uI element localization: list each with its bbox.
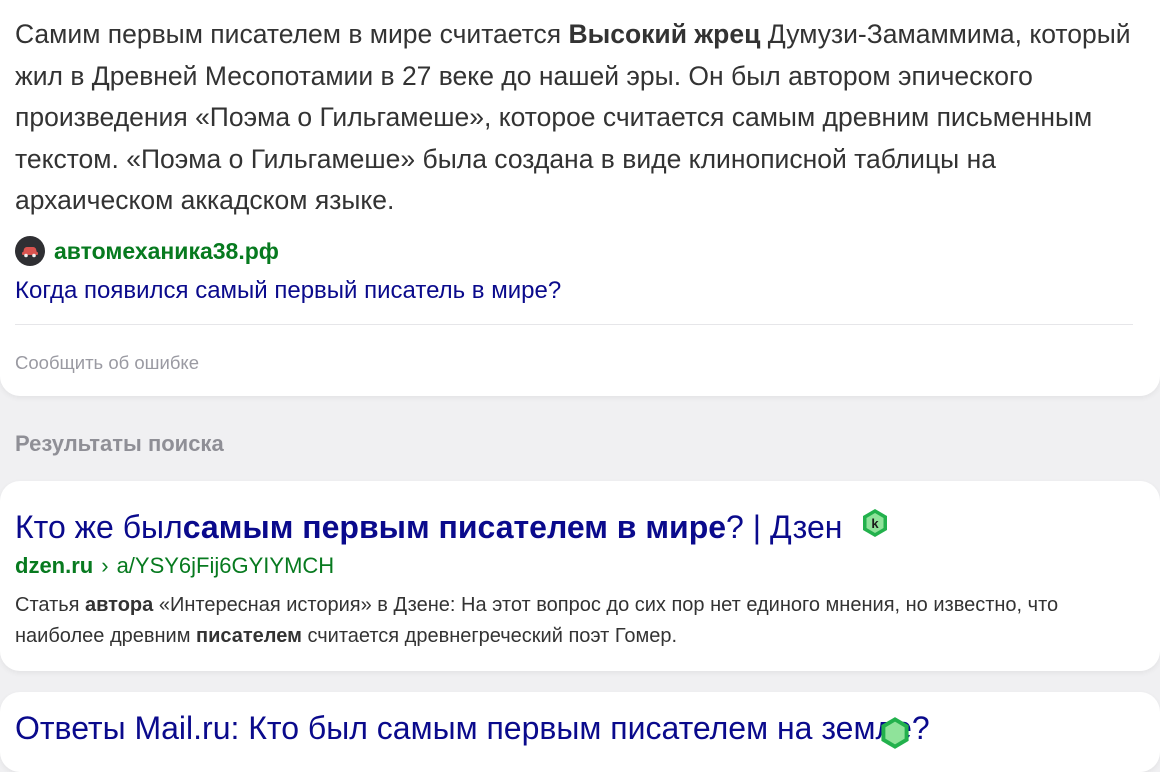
result-title-bold: самым первым писателем в мире bbox=[182, 509, 727, 545]
result-title-part: ? | Дзен bbox=[726, 509, 843, 545]
result-description: Статья автора «Интересная история» в Дзе… bbox=[15, 590, 1145, 652]
k-badge-icon[interactable] bbox=[878, 716, 912, 750]
result-title-link[interactable]: Ответы Mail.ru: Кто был самым первым пис… bbox=[15, 708, 1145, 748]
search-result: Кто же был самым первым писателем в мире… bbox=[0, 481, 1160, 671]
result-domain[interactable]: dzen.ru bbox=[15, 553, 93, 578]
breadcrumb-separator: › bbox=[101, 553, 109, 578]
result-title-part: Кто же был bbox=[15, 509, 183, 545]
search-result: Ответы Mail.ru: Кто был самым первым пис… bbox=[0, 692, 1160, 772]
answer-text-bold: Высокий жрец bbox=[568, 19, 761, 49]
report-error-link[interactable]: Сообщить об ошибке bbox=[15, 352, 199, 374]
k-badge-icon[interactable]: k bbox=[860, 508, 890, 538]
answer-text-part: Самим первым писателем в мире считается bbox=[15, 19, 569, 49]
result-title-link[interactable]: Кто же был самым первым писателем в мире… bbox=[15, 507, 1145, 547]
desc-part: считается древнегреческий поэт Гомер. bbox=[301, 625, 678, 647]
results-section-title: Результаты поиска bbox=[15, 431, 224, 456]
desc-bold: автора bbox=[85, 594, 154, 616]
desc-bold: писателем bbox=[196, 625, 302, 647]
source-link[interactable]: Когда появился самый первый писатель в м… bbox=[15, 276, 1145, 306]
desc-part: Статья bbox=[15, 594, 86, 616]
divider bbox=[15, 323, 1133, 325]
svg-text:k: k bbox=[872, 516, 880, 531]
source-row[interactable]: автомеханика38.рф bbox=[15, 235, 1145, 266]
source-site-name[interactable]: автомеханика38.рф bbox=[54, 238, 279, 265]
result-url[interactable]: dzen.ru › a/YSY6jFij6GYIYMCH bbox=[15, 551, 1145, 581]
car-icon bbox=[15, 235, 45, 266]
result-path[interactable]: a/YSY6jFij6GYIYMCH bbox=[117, 553, 335, 578]
answer-text: Самим первым писателем в мире считается … bbox=[15, 14, 1150, 222]
answer-snippet-card: Самим первым писателем в мире считается … bbox=[0, 0, 1160, 396]
